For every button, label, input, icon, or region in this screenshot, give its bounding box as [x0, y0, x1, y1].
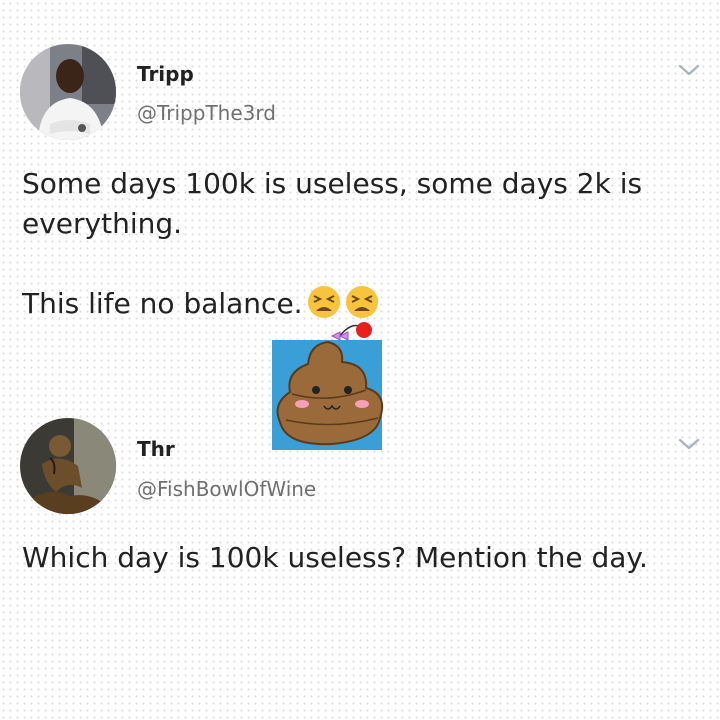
tired-face-emoji-icon: [345, 286, 378, 318]
author-handle[interactable]: @TrippThe3rd: [137, 101, 276, 125]
author-name[interactable]: Tripp: [137, 62, 194, 86]
tweet-1: Tripp @TrippThe3rd Some days 100k is use…: [0, 0, 720, 330]
tweet-text: Some days 100k is useless, some days 2k …: [22, 164, 682, 324]
tweet-text-balance: This life no balance.: [22, 287, 303, 320]
tweet-text-line-2: This life no balance.: [22, 284, 682, 324]
tired-face-emoji-icon: [307, 286, 340, 318]
poop-emoji-sticker-icon: [272, 322, 384, 450]
chevron-down-icon[interactable]: [676, 60, 702, 80]
author-name[interactable]: Thr: [137, 437, 175, 461]
chevron-down-icon[interactable]: [676, 434, 702, 454]
avatar-photo-icon: [20, 44, 116, 140]
tweet-text-line: everything.: [22, 207, 183, 240]
tweet-text-line: Which day is 100k useless? Mention the d…: [22, 541, 648, 574]
tweet-text-line: Some days 100k is useless, some days 2k …: [22, 167, 643, 200]
tweet-text: Which day is 100k useless? Mention the d…: [22, 538, 682, 578]
author-handle[interactable]: @FishBowlOfWine: [137, 477, 316, 501]
avatar-statue-icon: [20, 418, 116, 514]
avatar[interactable]: [20, 418, 116, 514]
avatar[interactable]: [20, 44, 116, 140]
